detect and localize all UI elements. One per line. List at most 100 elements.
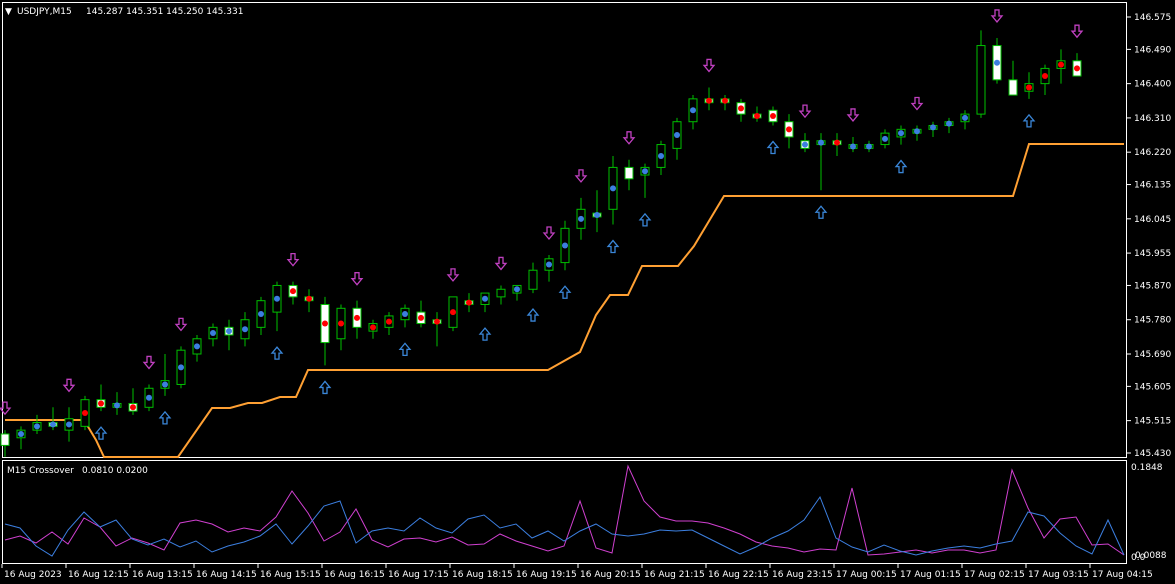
buy-dot-icon bbox=[274, 295, 280, 302]
buy-dot-icon bbox=[866, 143, 872, 150]
buy-dot-icon bbox=[162, 381, 168, 388]
time-tick-label: 16 Aug 17:15 bbox=[388, 570, 449, 580]
time-tick-label: 16 Aug 13:15 bbox=[132, 570, 193, 580]
buy-dot-icon bbox=[402, 311, 408, 318]
time-tick-label: 16 Aug 2023 bbox=[4, 570, 62, 580]
buy-dot-icon bbox=[258, 311, 264, 318]
sell-dot-icon bbox=[466, 299, 472, 306]
buy-dot-icon bbox=[514, 286, 520, 293]
time-tick-label: 16 Aug 16:15 bbox=[324, 570, 385, 580]
buy-dot-icon bbox=[594, 212, 600, 219]
buy-dot-icon bbox=[34, 423, 40, 430]
price-tick-label: 145.430 bbox=[1134, 449, 1171, 459]
symbol-timeframe-label: USDJPY,M15 bbox=[17, 7, 72, 17]
buy-dot-icon bbox=[482, 295, 488, 302]
buy-dot-icon bbox=[114, 402, 120, 409]
time-tick-label: 16 Aug 19:15 bbox=[516, 570, 577, 580]
sell-dot-icon bbox=[82, 410, 88, 417]
time-tick-label: 16 Aug 23:15 bbox=[772, 570, 833, 580]
usdjpy-m15-chart[interactable]: ▼ USDJPY,M15 145.287 145.351 145.250 145… bbox=[0, 0, 1175, 584]
time-tick-label: 16 Aug 14:15 bbox=[196, 570, 257, 580]
price-tick-label: 145.955 bbox=[1134, 249, 1171, 259]
sell-dot-icon bbox=[786, 126, 792, 133]
candle-body bbox=[1008, 79, 1018, 96]
buy-dot-icon bbox=[930, 124, 936, 131]
symbol-menu-arrow-icon[interactable]: ▼ bbox=[5, 7, 12, 17]
buy-dot-icon bbox=[850, 143, 856, 150]
buy-dot-icon bbox=[226, 328, 232, 335]
time-tick-label: 16 Aug 21:15 bbox=[644, 570, 705, 580]
price-tick-label: 145.515 bbox=[1134, 417, 1171, 427]
sell-dot-icon bbox=[1026, 84, 1032, 91]
price-tick-label: 146.400 bbox=[1134, 80, 1171, 90]
indicator-title: M15 Crossover bbox=[7, 466, 74, 476]
candle-body bbox=[976, 45, 986, 115]
buy-dot-icon bbox=[914, 128, 920, 135]
sell-dot-icon bbox=[338, 320, 344, 327]
sell-dot-icon bbox=[434, 318, 440, 325]
sell-dot-icon bbox=[418, 314, 424, 321]
price-tick-label: 145.690 bbox=[1134, 350, 1171, 360]
buy-dot-icon bbox=[18, 430, 24, 437]
buy-dot-icon bbox=[50, 421, 56, 428]
sell-dot-icon bbox=[1074, 65, 1080, 72]
buy-dot-icon bbox=[210, 330, 216, 337]
time-tick-label: 17 Aug 00:15 bbox=[836, 570, 897, 580]
buy-dot-icon bbox=[146, 394, 152, 401]
sell-dot-icon bbox=[722, 97, 728, 104]
buy-dot-icon bbox=[66, 421, 72, 428]
buy-dot-icon bbox=[658, 152, 664, 159]
sell-dot-icon bbox=[770, 113, 776, 120]
price-tick-label: 146.135 bbox=[1134, 181, 1171, 191]
time-tick-label: 16 Aug 22:15 bbox=[708, 570, 769, 580]
sell-dot-icon bbox=[386, 318, 392, 325]
candle-body bbox=[496, 288, 506, 298]
buy-dot-icon bbox=[802, 141, 808, 148]
buy-dot-icon bbox=[546, 261, 552, 268]
candle-body bbox=[624, 166, 634, 180]
buy-dot-icon bbox=[642, 168, 648, 175]
buy-dot-icon bbox=[674, 132, 680, 139]
candle-body bbox=[0, 433, 10, 446]
price-tick-label: 145.780 bbox=[1134, 316, 1171, 326]
sell-dot-icon bbox=[834, 139, 840, 146]
sell-dot-icon bbox=[306, 295, 312, 302]
sell-dot-icon bbox=[1042, 73, 1048, 80]
sell-dot-icon bbox=[98, 400, 104, 407]
buy-dot-icon bbox=[882, 135, 888, 142]
candle-body bbox=[528, 269, 538, 290]
ohlc-readout: 145.287 145.351 145.250 145.331 bbox=[86, 7, 243, 17]
buy-dot-icon bbox=[562, 242, 568, 249]
time-tick-label: 17 Aug 03:15 bbox=[1028, 570, 1089, 580]
price-tick-label: 145.870 bbox=[1134, 281, 1171, 291]
time-tick-label: 17 Aug 02:15 bbox=[964, 570, 1025, 580]
time-tick-label: 17 Aug 01:15 bbox=[900, 570, 961, 580]
price-tick-label: 146.220 bbox=[1134, 148, 1171, 158]
sell-dot-icon bbox=[738, 105, 744, 112]
buy-dot-icon bbox=[194, 343, 200, 350]
price-tick-label: 146.575 bbox=[1134, 13, 1171, 23]
time-tick-label: 16 Aug 15:15 bbox=[260, 570, 321, 580]
sell-dot-icon bbox=[1058, 61, 1064, 68]
sell-dot-icon bbox=[706, 97, 712, 104]
buy-dot-icon bbox=[898, 130, 904, 137]
sell-dot-icon bbox=[354, 314, 360, 321]
buy-dot-icon bbox=[242, 326, 248, 333]
buy-dot-icon bbox=[178, 364, 184, 371]
indicator-scale-bottom-2: 0.0 bbox=[1131, 553, 1146, 563]
indicator-scale-top: 0.1848 bbox=[1131, 463, 1163, 473]
time-tick-label: 17 Aug 04:15 bbox=[1092, 570, 1153, 580]
price-tick-label: 146.490 bbox=[1134, 45, 1171, 55]
price-tick-label: 145.605 bbox=[1134, 382, 1171, 392]
sell-dot-icon bbox=[370, 324, 376, 331]
sell-dot-icon bbox=[290, 288, 296, 295]
indicator-values: 0.0810 0.0200 bbox=[82, 466, 148, 476]
buy-dot-icon bbox=[962, 114, 968, 121]
buy-dot-icon bbox=[610, 185, 616, 192]
time-tick-label: 16 Aug 12:15 bbox=[68, 570, 129, 580]
sell-dot-icon bbox=[130, 404, 136, 411]
buy-dot-icon bbox=[690, 107, 696, 114]
time-tick-label: 16 Aug 20:15 bbox=[580, 570, 641, 580]
buy-dot-icon bbox=[578, 215, 584, 222]
buy-dot-icon bbox=[994, 59, 1000, 66]
